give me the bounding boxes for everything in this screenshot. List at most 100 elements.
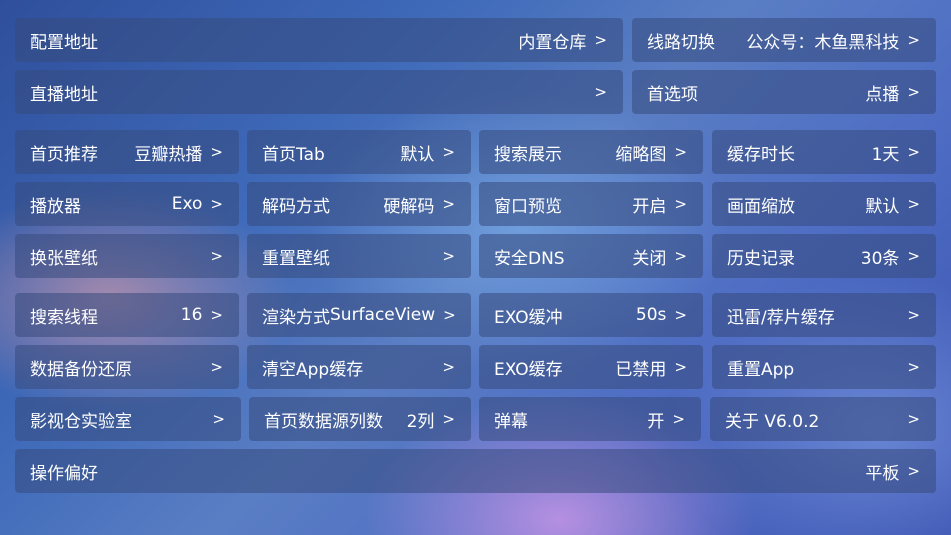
setting-value: Exo [171,194,203,214]
chevron-right-icon: > [907,247,920,265]
setting-cache-duration[interactable]: 缓存时长 1天 > [712,130,936,174]
setting-exo-buffer[interactable]: EXO缓冲 50s > [479,293,703,337]
chevron-right-icon: > [674,358,687,376]
setting-label: 渲染方式 [262,307,330,328]
setting-label: EXO缓存 [494,359,563,380]
chevron-right-icon: > [672,410,685,428]
chevron-right-icon: > [442,358,455,376]
chevron-right-icon: > [907,31,920,49]
setting-value: 点播 [865,84,900,105]
setting-data-backup[interactable]: 数据备份还原 > [15,345,239,389]
setting-reset-wallpaper[interactable]: 重置壁纸 > [247,234,471,278]
setting-search-display[interactable]: 搜索展示 缩略图 > [479,130,703,174]
setting-label: 解码方式 [262,196,330,217]
setting-label: 影视仓实验室 [30,411,132,432]
setting-label: 首页推荐 [30,144,98,165]
setting-label: 播放器 [30,196,81,217]
setting-label: 关于 V6.0.2 [725,411,820,432]
chevron-right-icon: > [674,247,687,265]
setting-label: 配置地址 [30,32,98,53]
setting-preference[interactable]: 首选项 点播 > [632,70,936,114]
setting-value: 1天 [871,144,900,165]
setting-label: 画面缩放 [727,196,795,217]
chevron-right-icon: > [674,195,687,213]
setting-home-columns[interactable]: 首页数据源列数 2列 > [249,397,471,441]
chevron-right-icon: > [442,195,455,213]
setting-operation-preference[interactable]: 操作偏好 平板 > [15,449,936,493]
setting-value: SurfaceView [330,305,436,325]
setting-about[interactable]: 关于 V6.0.2 > [710,397,936,441]
setting-config-address[interactable]: 配置地址 内置仓库 > [15,18,623,62]
setting-value: 硬解码 [383,196,435,217]
setting-value: 缩略图 [615,144,667,165]
chevron-right-icon: > [443,306,456,324]
chevron-right-icon: > [907,306,920,324]
setting-value: 50s [635,305,667,325]
setting-search-threads[interactable]: 搜索线程 16 > [15,293,239,337]
setting-home-recommend[interactable]: 首页推荐 豆瓣热播 > [15,130,239,174]
chevron-right-icon: > [907,195,920,213]
setting-label: 操作偏好 [30,463,98,484]
setting-home-tab[interactable]: 首页Tab 默认 > [247,130,471,174]
chevron-right-icon: > [210,247,223,265]
setting-secure-dns[interactable]: 安全DNS 关闭 > [479,234,703,278]
setting-label: 缓存时长 [727,144,795,165]
setting-render-mode[interactable]: 渲染方式 SurfaceView > [247,293,471,337]
chevron-right-icon: > [594,31,607,49]
setting-live-address[interactable]: 直播地址 > [15,70,623,114]
chevron-right-icon: > [907,410,920,428]
setting-label: 历史记录 [727,248,795,269]
setting-label: 窗口预览 [494,196,562,217]
setting-label: 首页Tab [262,144,325,165]
chevron-right-icon: > [674,306,687,324]
chevron-right-icon: > [212,410,225,428]
setting-decode-mode[interactable]: 解码方式 硬解码 > [247,182,471,226]
chevron-right-icon: > [674,143,687,161]
setting-window-preview[interactable]: 窗口预览 开启 > [479,182,703,226]
setting-label: 首选项 [647,84,698,105]
setting-label: 直播地址 [30,84,98,105]
setting-history[interactable]: 历史记录 30条 > [712,234,936,278]
chevron-right-icon: > [907,462,920,480]
setting-label: 重置App [727,359,795,380]
setting-reset-app[interactable]: 重置App > [712,345,936,389]
setting-label: 清空App缓存 [262,359,364,380]
chevron-right-icon: > [907,83,920,101]
setting-label: 数据备份还原 [30,359,132,380]
chevron-right-icon: > [442,410,455,428]
setting-value: 平板 [865,463,900,484]
setting-value: 已禁用 [615,359,667,380]
chevron-right-icon: > [442,143,455,161]
setting-screen-scale[interactable]: 画面缩放 默认 > [712,182,936,226]
chevron-right-icon: > [442,247,455,265]
setting-value: 默认 [865,196,900,217]
setting-label: 首页数据源列数 [264,411,383,432]
setting-value: 内置仓库 [518,32,587,53]
setting-label: 搜索线程 [30,307,98,328]
setting-lab[interactable]: 影视仓实验室 > [15,397,241,441]
setting-clear-app-cache[interactable]: 清空App缓存 > [247,345,471,389]
chevron-right-icon: > [907,358,920,376]
setting-line-switch[interactable]: 线路切换 公众号：木鱼黑科技 > [632,18,936,62]
setting-thunder-cache[interactable]: 迅雷/荐片缓存 > [712,293,936,337]
chevron-right-icon: > [210,358,223,376]
setting-value: 开 [647,411,665,432]
setting-change-wallpaper[interactable]: 换张壁纸 > [15,234,239,278]
setting-label: 线路切换 [647,32,715,53]
setting-value: 公众号：木鱼黑科技 [746,32,900,53]
setting-player[interactable]: 播放器 Exo > [15,182,239,226]
chevron-right-icon: > [210,195,223,213]
setting-danmaku[interactable]: 弹幕 开 > [479,397,701,441]
setting-label: 换张壁纸 [30,248,98,269]
setting-value: 默认 [400,144,435,165]
setting-value: 豆瓣热播 [134,144,203,165]
setting-value: 开启 [632,196,667,217]
setting-exo-cache[interactable]: EXO缓存 已禁用 > [479,345,703,389]
chevron-right-icon: > [210,306,223,324]
setting-label: 搜索展示 [494,144,562,165]
setting-value: 2列 [406,411,435,432]
setting-label: 安全DNS [494,248,565,269]
chevron-right-icon: > [907,143,920,161]
chevron-right-icon: > [210,143,223,161]
setting-label: EXO缓冲 [494,307,563,328]
